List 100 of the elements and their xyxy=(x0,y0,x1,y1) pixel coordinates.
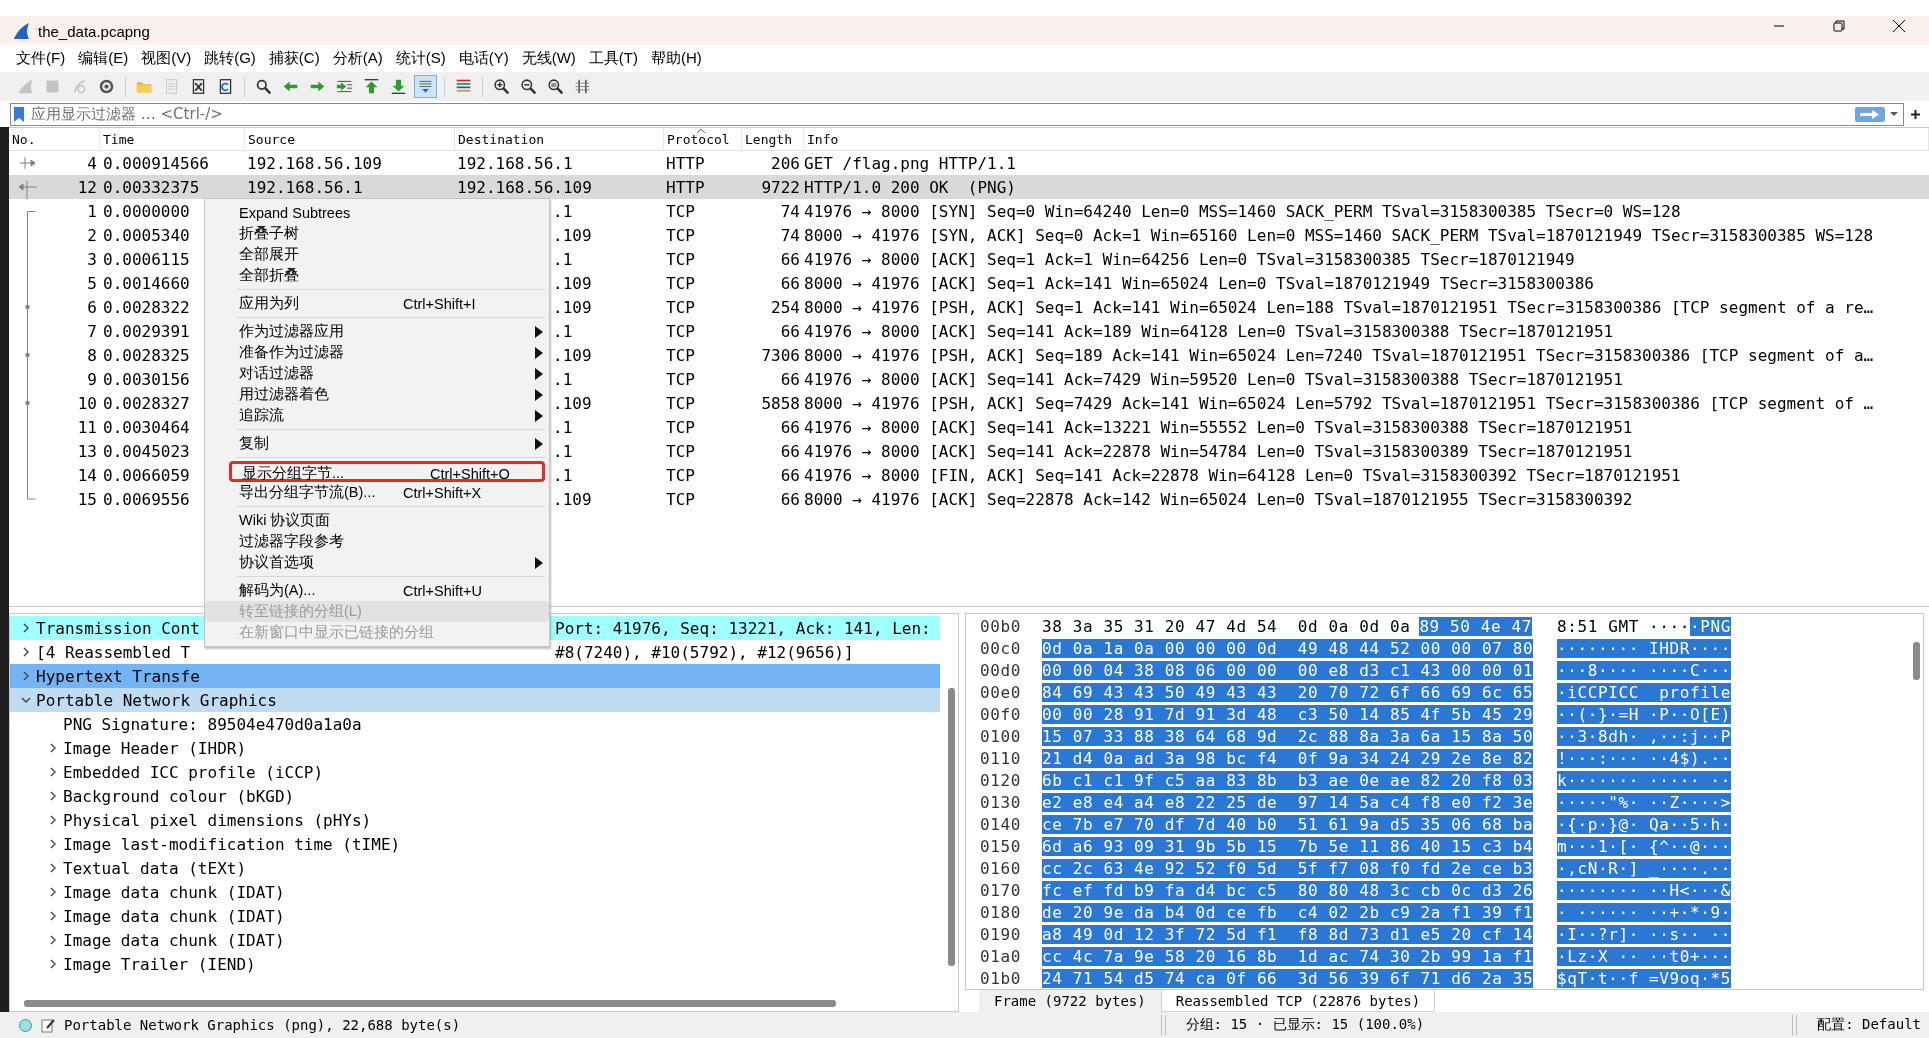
scrollbar-thumb[interactable] xyxy=(1913,642,1920,680)
hex-bytes[interactable]: cc 2c 63 4e 92 52 f0 5d 5f f7 08 f0 fd 2e ce b3 xyxy=(1042,858,1534,878)
menu-item[interactable]: Wiki 协议页面 xyxy=(205,510,549,531)
byte-tab[interactable]: Reassembled TCP (22876 bytes) xyxy=(1160,990,1436,1012)
menu-item[interactable]: 工具(T) xyxy=(588,49,638,68)
ascii-text[interactable]: ········ ··H<···& xyxy=(1557,880,1731,900)
ascii-text[interactable]: ·····"%· ··Z····> xyxy=(1557,792,1731,812)
byte-tab[interactable]: Frame (9722 bytes) xyxy=(979,990,1161,1012)
hex-bytes[interactable]: ce 7b e7 70 df 7d 40 b0 51 61 9a d5 35 06 68 ba xyxy=(1042,814,1534,834)
ascii-text[interactable]: $qT·t··f =V9oq·*5 xyxy=(1557,968,1731,988)
hex-bytes[interactable]: a8 49 0d 12 3f 72 5d f1 f8 8d 73 d1 e5 20 cf 14 xyxy=(1042,924,1534,944)
scrollbar-thumb[interactable] xyxy=(24,999,836,1007)
column-header[interactable]: Destination xyxy=(455,128,664,150)
menu-item[interactable]: 全部展开 xyxy=(205,244,549,265)
menu-item[interactable]: 编辑(E) xyxy=(78,49,129,68)
hex-bytes[interactable]: 21 d4 0a ad 3a 98 bc f4 0f 9a 34 24 29 2e 8e 82 xyxy=(1042,748,1534,768)
menu-item[interactable]: 视图(V) xyxy=(141,49,192,68)
profile-label[interactable]: 配置: Default xyxy=(1817,1016,1921,1034)
ascii-text[interactable]: k······· ····· ·· xyxy=(1557,770,1731,790)
bookmark-icon[interactable] xyxy=(13,105,25,123)
detail-label[interactable]: Embedded ICC profile (iCCP) xyxy=(63,762,324,782)
detail-label[interactable]: Physical pixel dimensions (pHYs) xyxy=(63,810,372,830)
menu-item[interactable]: 复制 xyxy=(205,433,549,454)
detail-label[interactable]: Textual data (tEXt) xyxy=(63,858,247,878)
ascii-text[interactable]: ··(·}·=H ·P··O[E) xyxy=(1557,704,1731,724)
edit-icon[interactable] xyxy=(41,1017,56,1033)
plus-icon[interactable] xyxy=(1910,108,1921,120)
column-header[interactable]: Length xyxy=(742,128,804,150)
menu-item[interactable]: 协议首选项 xyxy=(205,552,549,573)
scrollbar-thumb[interactable] xyxy=(948,688,955,966)
ascii-text[interactable]: ········ IHDR···· xyxy=(1557,638,1731,658)
hex-bytes[interactable]: 00 00 28 91 7d 91 3d 48 c3 50 14 85 4f 5b 45 29 xyxy=(1042,704,1534,724)
menu-item[interactable]: 对话过滤器 xyxy=(205,363,549,384)
ascii-text[interactable]: ·PNG xyxy=(1690,616,1731,636)
detail-label[interactable]: #8(7240), #10(5792), #12(9656)] xyxy=(555,642,854,662)
menu-item[interactable]: 准备作为过滤器 xyxy=(205,342,549,363)
hex-bytes[interactable]: 6d a6 93 09 31 9b 5b 15 7b 5e 11 86 40 15 c3 b4 xyxy=(1042,836,1534,856)
hex-bytes[interactable]: 24 71 54 d5 74 ca 0f 66 3d 56 39 6f 71 d6 2a 35 xyxy=(1042,968,1534,988)
ascii-text[interactable]: ···8···· ····C··· xyxy=(1557,660,1731,680)
packet-row[interactable]: 12 0.00332375 192.168.56.1 192.168.56.109 HTTP 9722 HTTP/1.0 200 OK (PNG) xyxy=(9,175,1929,199)
menu-item[interactable]: 捕获(C) xyxy=(268,49,320,68)
hex-bytes[interactable]: 0d 0a 1a 0a 00 00 00 0d 49 48 44 52 00 00 07 80 xyxy=(1042,638,1534,658)
menu-item[interactable]: 作为过滤器应用 xyxy=(205,321,549,342)
hex-bytes[interactable]: 6b c1 c1 9f c5 aa 83 8b b3 ae 0e ae 82 20 f8 03 xyxy=(1042,770,1534,790)
detail-label[interactable]: Image data chunk (IDAT) xyxy=(63,882,285,902)
menu-item[interactable]: 统计(S) xyxy=(395,49,446,68)
ascii-text[interactable]: m···1·[· {^··@··· xyxy=(1557,836,1731,856)
ascii-text[interactable]: !···:··· ··4$).·· xyxy=(1557,748,1731,768)
detail-label[interactable]: Image Header (IHDR) xyxy=(63,738,247,758)
menu-item[interactable]: 追踪流 xyxy=(205,405,549,426)
menu-item[interactable]: 分析(A) xyxy=(332,49,383,68)
menu-item[interactable]: 帮助(H) xyxy=(650,49,702,68)
hex-bytes[interactable]: 15 07 33 88 38 64 68 9d 2c 88 8a 3a 6a 15 8a 50 xyxy=(1042,726,1534,746)
ascii-text[interactable]: ·{·p·}@· Qa··5·h· xyxy=(1557,814,1731,834)
menu-item[interactable]: 全部折叠 xyxy=(205,265,549,286)
menu-item[interactable]: 文件(F) xyxy=(16,49,66,68)
detail-label[interactable]: Image data chunk (IDAT) xyxy=(63,930,285,950)
column-header[interactable]: Source xyxy=(245,128,455,150)
detail-label[interactable]: Image last-modification time (tIME) xyxy=(63,834,401,854)
hex-bytes[interactable]: fc ef fd b9 fa d4 bc c5 80 80 48 3c cb 0c d3 26 xyxy=(1042,880,1534,900)
hex-bytes[interactable]: cc 4c 7a 9e 58 20 16 8b 1d ac 74 30 2b 99 1a f1 xyxy=(1042,946,1534,966)
hex-bytes[interactable]: 38 3a 35 31 20 47 4d 54 0d 0a 0d 0a xyxy=(1042,616,1411,636)
detail-label[interactable]: Background colour (bKGD) xyxy=(63,786,295,806)
detail-label[interactable]: Image data chunk (IDAT) xyxy=(63,906,285,926)
close-icon[interactable] xyxy=(1892,18,1906,33)
restore-icon[interactable] xyxy=(1833,19,1845,32)
hex-bytes[interactable]: e2 e8 e4 a4 e8 22 25 de 97 14 5a c4 f8 e0 f2 3e xyxy=(1042,792,1534,812)
column-header[interactable]: No. xyxy=(9,128,100,150)
ascii-text[interactable]: ··3·8dh· ,··:j··P xyxy=(1557,726,1731,746)
dropdown-caret-icon[interactable] xyxy=(1889,110,1899,118)
menu-item[interactable]: 应用为列 Ctrl+Shift+I xyxy=(205,293,549,314)
menu-item[interactable]: 导出分组字节流(B)... Ctrl+Shift+X xyxy=(205,482,549,503)
hex-bytes[interactable]: 89 50 4e 47 xyxy=(1419,616,1532,636)
ascii-text[interactable]: ·iCCPICC profile xyxy=(1557,682,1731,702)
column-header[interactable]: Time xyxy=(100,128,245,150)
ascii-text[interactable]: · ······ ··+·*·9· xyxy=(1557,902,1731,922)
detail-label[interactable]: [4 Reassembled T xyxy=(36,642,191,662)
ascii-text[interactable]: 8:51 GMT ···· xyxy=(1557,616,1691,636)
detail-label[interactable]: Image Trailer (IEND) xyxy=(63,954,256,974)
hex-bytes[interactable]: 00 00 04 38 08 06 00 00 00 e8 d3 c1 43 00 00 01 xyxy=(1042,660,1534,680)
menu-item[interactable]: 无线(W) xyxy=(521,49,576,68)
hex-bytes[interactable]: de 20 9e da b4 0d ce fb c4 02 2b c9 2a f1 39 f1 xyxy=(1042,902,1534,922)
menu-item[interactable]: 用过滤器着色 xyxy=(205,384,549,405)
menu-item[interactable]: Expand Subtrees xyxy=(205,202,549,223)
minimize-icon[interactable] xyxy=(1773,24,1785,27)
menu-item[interactable]: 折叠子树 xyxy=(205,223,549,244)
ascii-text[interactable]: ·I··?r]· ··s·· ·· xyxy=(1557,924,1731,944)
autoscroll-icon[interactable] xyxy=(414,75,437,98)
menu-item[interactable]: 显示分组字节... Ctrl+Shift+O xyxy=(229,461,545,482)
menu-item[interactable]: 电话(Y) xyxy=(458,49,509,68)
column-header[interactable]: Info xyxy=(804,128,1929,150)
menu-item[interactable]: 跳转(G) xyxy=(204,49,256,68)
filter-box[interactable]: 应用显示过滤器 … <Ctrl-/> xyxy=(10,102,1904,126)
menu-item[interactable]: 解码为(A)... Ctrl+Shift+U xyxy=(205,580,549,601)
ascii-text[interactable]: ·,cN·R·] _····.·· xyxy=(1557,858,1731,878)
menu-item[interactable]: 过滤器字段参考 xyxy=(205,531,549,552)
column-header[interactable]: Protocol xyxy=(664,128,742,150)
ascii-text[interactable]: ·Lz·X ·· ··t0+··· xyxy=(1557,946,1731,966)
hex-bytes[interactable]: 84 69 43 43 50 49 43 43 20 70 72 6f 66 69 6c 65 xyxy=(1042,682,1534,702)
detail-label[interactable]: PNG Signature: 89504e470d0a1a0a xyxy=(63,714,362,734)
